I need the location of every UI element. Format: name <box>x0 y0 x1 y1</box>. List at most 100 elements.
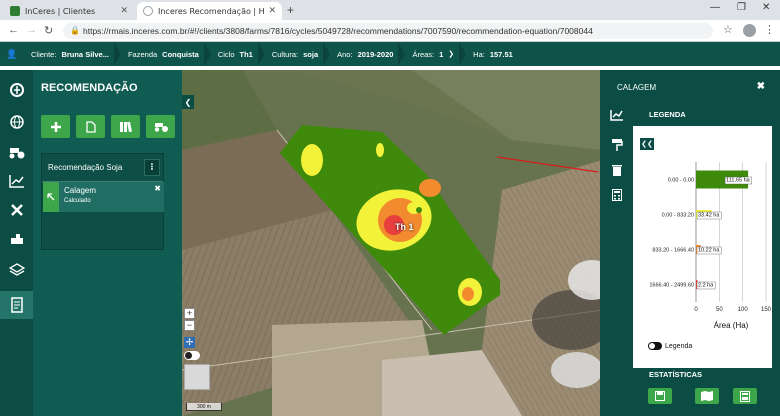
category-label: 833.20 - 1666.40 <box>652 248 694 254</box>
tractor-button[interactable] <box>146 115 175 138</box>
category-label: 0.00 - 833.20 <box>662 213 694 219</box>
legend-switch[interactable] <box>648 342 662 350</box>
forward-arrow-icon[interactable]: → <box>26 24 37 36</box>
calagem-panel-header: CALAGEM ✖ <box>605 76 775 98</box>
tools-icon[interactable] <box>0 196 33 224</box>
recommendation-menu-button[interactable]: ⁝ <box>144 159 160 176</box>
basemap-switcher[interactable] <box>184 364 210 390</box>
books-button[interactable] <box>111 115 140 138</box>
document-icon <box>85 120 96 133</box>
area-bar-chart: 0 50 100 150 0.00 - 0.00 111.65 ha 0.00 - 833.… <box>649 162 772 330</box>
close-icon[interactable]: ✖ <box>757 81 765 92</box>
arrow-icon <box>47 193 55 201</box>
header-cultura[interactable]: Cultura: soja <box>272 50 323 59</box>
close-icon[interactable]: ✖ <box>154 184 161 193</box>
document-button[interactable] <box>76 115 105 138</box>
header-areas[interactable]: Áreas: 1 ❯ <box>412 50 459 59</box>
header-ciclo[interactable]: Ciclo Th1 <box>218 50 258 59</box>
layers-icon[interactable] <box>0 256 33 284</box>
map-view[interactable]: Th 1 <box>182 70 602 416</box>
header-ano[interactable]: Ano: 2019-2020 <box>337 50 398 59</box>
chevron-down-icon: ❯ <box>448 51 455 58</box>
recommendation-panel: RECOMENDAÇÃO Recomendação Soja ⁝ Calagem… <box>33 70 182 416</box>
back-arrow-icon[interactable]: ← <box>8 24 19 36</box>
plus-icon <box>50 121 61 132</box>
breadcrumb-separator <box>398 42 406 66</box>
calagem-item[interactable]: Calagem Calculado ✖ <box>43 182 164 212</box>
tractor-icon[interactable] <box>0 138 33 166</box>
add-button[interactable] <box>41 115 70 138</box>
area-chart: 0 50 100 150 0.00 - 0.00 111.65 ha 0.00 - 833.… <box>633 152 772 342</box>
globe-icon[interactable] <box>0 108 33 136</box>
books-icon <box>119 121 132 132</box>
legend-toggle[interactable]: Legenda <box>648 342 692 350</box>
areas-value: 1 <box>439 49 444 59</box>
header-fazenda[interactable]: Fazenda Conquista <box>128 50 204 59</box>
calagem-side-tools <box>605 104 629 404</box>
zoom-in-button[interactable]: + <box>184 308 195 319</box>
map-layer-toggle[interactable] <box>184 351 200 360</box>
browser-menu-icon[interactable]: ⋮ <box>764 23 775 36</box>
recommendation-name: Recomendação Soja <box>48 163 123 172</box>
cliente-label: Cliente: <box>31 49 57 59</box>
profile-avatar-icon[interactable] <box>743 24 756 37</box>
url-field[interactable]: 🔒 https://rmais.inceres.com.br/#!/client… <box>63 23 713 39</box>
header-cliente[interactable]: Cliente: Bruna Silve... <box>31 50 114 59</box>
new-tab-icon[interactable]: + <box>287 3 294 17</box>
browser-tab-recomendacao[interactable]: Inceres Recomendação | Home ✕ <box>137 2 282 20</box>
paint-roller-icon[interactable] <box>605 134 629 156</box>
address-bar: ← → ↻ 🔒 https://rmais.inceres.com.br/#!/… <box>0 20 780 42</box>
category-label: 0.00 - 0.00 <box>668 178 694 184</box>
ha-label: Ha: <box>473 49 485 59</box>
breadcrumb-separator <box>257 42 265 66</box>
x-tick-label: 0 <box>694 307 698 313</box>
user-icon[interactable]: 👤 <box>3 49 21 60</box>
close-icon[interactable]: ✕ <box>268 6 276 16</box>
window-close-icon[interactable]: ✕ <box>762 2 770 13</box>
legend-title: LEGENDA <box>633 104 772 126</box>
reload-icon[interactable]: ↻ <box>44 24 53 37</box>
bookmark-star-icon[interactable]: ☆ <box>723 23 733 36</box>
chart-line-icon[interactable] <box>605 104 629 126</box>
machine-icon[interactable] <box>0 226 33 254</box>
collapse-left-panel-button[interactable]: ❮ <box>182 95 194 109</box>
maximize-icon[interactable]: ❐ <box>737 2 746 13</box>
tab-title: Inceres Recomendação | Home <box>158 6 265 16</box>
breadcrumb-separator <box>459 42 467 66</box>
minimize-icon[interactable]: — <box>710 2 720 13</box>
ano-value: 2019-2020 <box>357 49 394 59</box>
tab-title: InCeres | Clientes <box>25 6 96 16</box>
cultura-value: soja <box>303 49 319 59</box>
close-icon[interactable]: ✕ <box>120 6 128 16</box>
x-tick-label: 100 <box>738 307 749 313</box>
legend-collapse-button[interactable]: ❮❮ <box>640 138 654 150</box>
ano-label: Ano: <box>337 49 353 59</box>
browser-tab-clientes[interactable]: InCeres | Clientes ✕ <box>4 2 134 20</box>
x-tick-label: 50 <box>716 307 723 313</box>
app-header: 👤 Cliente: Bruna Silve... Fazenda Conqui… <box>0 42 780 66</box>
calagem-indicator <box>43 182 59 212</box>
pan-move-button[interactable]: ✢ <box>184 337 195 348</box>
save-button[interactable] <box>648 388 672 404</box>
ha-value: 157.51 <box>489 49 513 59</box>
logo-icon[interactable] <box>0 76 33 104</box>
chart-line-icon[interactable] <box>0 167 33 195</box>
calculator-button[interactable] <box>733 388 757 404</box>
breadcrumb-separator <box>113 42 121 66</box>
url-text: https://rmais.inceres.com.br/#!/clients/… <box>83 26 593 36</box>
fazenda-label: Fazenda <box>127 49 158 59</box>
panel-title: RECOMENDAÇÃO <box>41 82 138 94</box>
trash-icon[interactable] <box>605 159 629 181</box>
recommendation-doc-icon[interactable] <box>0 291 33 319</box>
field-label: Th 1 <box>395 222 414 232</box>
header-ha: Ha: 157.51 <box>473 50 518 59</box>
calagem-status: Calculado <box>64 198 91 204</box>
calculator-icon[interactable] <box>605 184 629 206</box>
map-button[interactable] <box>695 388 719 404</box>
areas-label: Áreas: <box>412 49 435 59</box>
inceres-favicon-icon <box>10 6 20 16</box>
recommendation-card[interactable]: Recomendação Soja ⁝ Calagem Calculado ✖ <box>41 153 164 250</box>
lock-icon: 🔒 <box>70 26 80 35</box>
zoom-out-button[interactable]: − <box>184 320 195 331</box>
breadcrumb-separator <box>323 42 331 66</box>
